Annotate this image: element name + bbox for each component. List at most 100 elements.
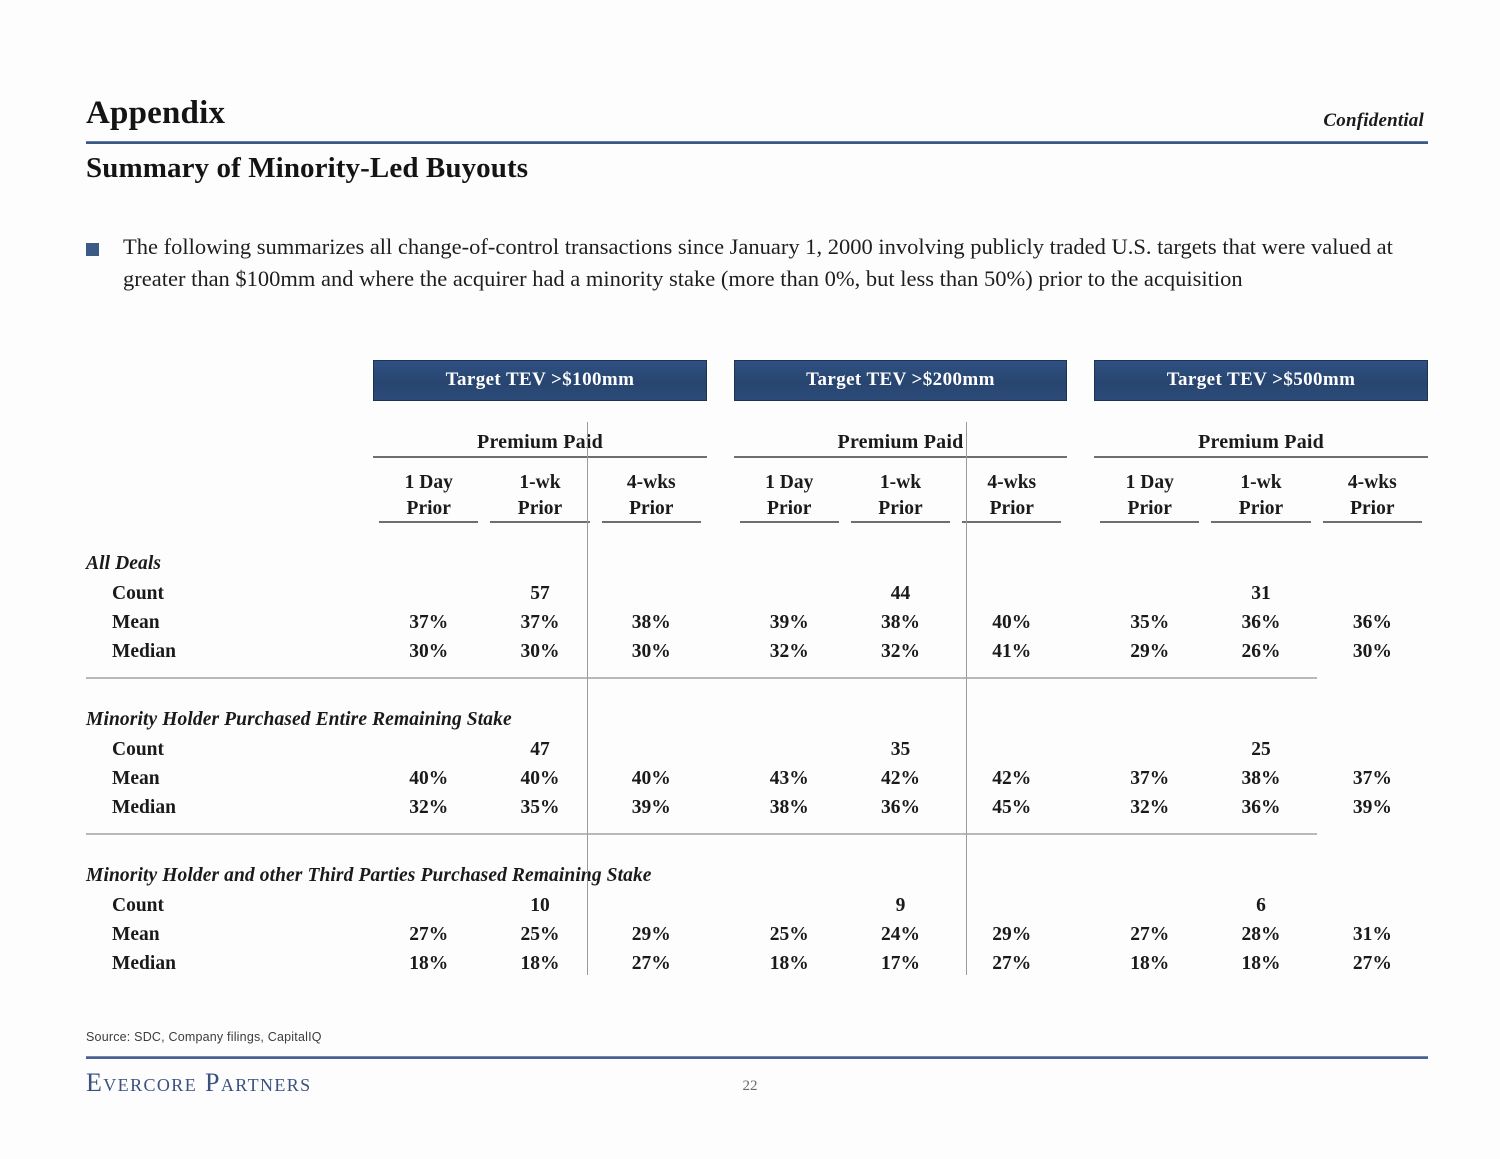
mean-value-g3-p3-c3: 31% xyxy=(1352,924,1392,946)
median-value-g2-p3-c2: 36% xyxy=(1241,797,1281,819)
mean-value-g1-p3-c3: 36% xyxy=(1352,612,1392,634)
spacer xyxy=(707,790,734,819)
period-header-p1-c1: 1 Day Prior xyxy=(404,472,453,519)
banner-cell-2: Target TEV >$200mm xyxy=(733,360,1068,411)
panel-divider-1 xyxy=(587,422,588,975)
median-value-g1-p1-c2: 30% xyxy=(520,641,560,663)
mean-value-g3-p1-c3: 29% xyxy=(631,924,671,946)
count-value-g1-p1: 57 xyxy=(530,583,550,605)
spacer xyxy=(1067,732,1094,761)
row-label-count-2: Count xyxy=(112,739,165,761)
median-value-g2-p3-c1: 32% xyxy=(1130,797,1170,819)
spacer xyxy=(1067,790,1094,819)
table-row: Count 10 9 6 xyxy=(86,888,1428,917)
table-row: Median 30% 30% 30% 32% 32% 41% 29% 26% 30% xyxy=(86,634,1428,663)
mean-value-g1-p1-c1: 37% xyxy=(409,612,449,634)
spacer xyxy=(707,605,734,634)
group-title-3: Minority Holder and other Third Parties … xyxy=(86,865,652,887)
mean-value-g2-p1-c1: 40% xyxy=(409,768,449,790)
row-label-median-2: Median xyxy=(112,797,176,819)
mean-value-g1-p2-c3: 40% xyxy=(992,612,1032,634)
spacer xyxy=(1067,634,1094,663)
premium-paid-label-3: Premium Paid xyxy=(1198,431,1324,453)
mean-value-g3-p3-c1: 27% xyxy=(1130,924,1170,946)
premium-paid-label-2: Premium Paid xyxy=(837,431,964,453)
median-value-g1-p1-c3: 30% xyxy=(631,641,671,663)
spacer xyxy=(1067,458,1094,521)
page-number: 22 xyxy=(742,1078,758,1094)
mean-value-g2-p2-c1: 43% xyxy=(769,768,809,790)
median-value-g1-p2-c3: 41% xyxy=(992,641,1032,663)
banner-cell-1: Target TEV >$100mm xyxy=(373,360,707,411)
median-value-g3-p3-c3: 27% xyxy=(1352,953,1392,975)
median-value-g1-p3-c3: 30% xyxy=(1352,641,1392,663)
median-value-g2-p1-c3: 39% xyxy=(631,797,671,819)
period-row-label-spacer xyxy=(86,458,373,521)
group-title-row: All Deals xyxy=(86,523,1428,576)
median-value-g2-p2-c3: 45% xyxy=(992,797,1032,819)
footer-divider-rule xyxy=(86,1056,1428,1059)
spacer xyxy=(1067,917,1094,946)
mean-value-g2-p1-c3: 40% xyxy=(631,768,671,790)
page-title: Summary of Minority-Led Buyouts xyxy=(86,152,529,184)
median-value-g3-p2-c1: 18% xyxy=(769,953,809,975)
count-value-g2-p3: 25 xyxy=(1251,739,1271,761)
statistics-table-container: Target TEV >$100mm Target TEV >$200mm Targ… xyxy=(86,360,1428,975)
median-value-g1-p2-c2: 32% xyxy=(880,641,920,663)
count-value-g2-p1: 47 xyxy=(530,739,550,761)
bullet-item: The following summarizes all change-of-c… xyxy=(86,231,1426,295)
spacer xyxy=(1067,411,1094,456)
row-label-count-1: Count xyxy=(112,583,165,605)
confidential-label: Confidential xyxy=(1323,110,1424,131)
panel-banner-1: Target TEV >$100mm xyxy=(373,360,707,401)
period-header-p2-c2: 1-wk Prior xyxy=(878,472,923,519)
section-divider-row xyxy=(86,819,1428,836)
row-label-median-3: Median xyxy=(112,953,176,975)
period-header-p3-c3: 4-wks Prior xyxy=(1347,472,1397,519)
spacer xyxy=(707,360,734,411)
median-value-g3-p1-c1: 18% xyxy=(409,953,449,975)
spacer xyxy=(1067,888,1094,917)
mean-value-g2-p3-c2: 38% xyxy=(1241,768,1281,790)
period-header-p1-c3: 4-wks Prior xyxy=(626,472,676,519)
premium-paid-label-1: Premium Paid xyxy=(477,431,603,453)
section-divider xyxy=(86,663,1317,680)
group-title-2: Minority Holder Purchased Entire Remaini… xyxy=(86,709,512,731)
spacer xyxy=(707,634,734,663)
premium-row-label-spacer xyxy=(86,411,373,456)
period-header-p2-c1: 1 Day Prior xyxy=(765,472,814,519)
slide-page: Appendix Confidential Summary of Minorit… xyxy=(0,0,1500,1159)
period-header-row: 1 Day Prior 1-wk Prior 4-wks Prior 1 Day Pr… xyxy=(86,458,1428,521)
spacer xyxy=(707,761,734,790)
mean-value-g1-p1-c3: 38% xyxy=(631,612,671,634)
spacer xyxy=(707,946,734,975)
row-label-mean-3: Mean xyxy=(112,924,160,946)
count-value-g1-p3: 31 xyxy=(1251,583,1271,605)
section-divider xyxy=(86,819,1317,836)
row-label-count-3: Count xyxy=(112,895,165,917)
spacer xyxy=(1067,576,1094,605)
appendix-title: Appendix xyxy=(86,95,226,131)
count-value-g3-p3: 6 xyxy=(1256,895,1266,917)
median-value-g1-p1-c1: 30% xyxy=(409,641,449,663)
group-title-row: Minority Holder Purchased Entire Remaini… xyxy=(86,679,1428,732)
mean-value-g3-p1-c1: 27% xyxy=(409,924,449,946)
mean-value-g2-p1-c2: 40% xyxy=(520,768,560,790)
source-note: Source: SDC, Company filings, CapitalIQ xyxy=(86,1030,322,1044)
period-header-p3-c2: 1-wk Prior xyxy=(1238,472,1284,519)
mean-value-g2-p3-c1: 37% xyxy=(1130,768,1170,790)
premium-paid-header-row: Premium Paid Premium Paid Premium Paid xyxy=(86,411,1428,456)
count-value-g3-p2: 9 xyxy=(895,895,906,917)
spacer xyxy=(1067,605,1094,634)
period-header-p3-c1: 1 Day Prior xyxy=(1125,472,1174,519)
mean-value-g3-p2-c3: 29% xyxy=(992,924,1032,946)
header-divider-rule xyxy=(86,141,1428,144)
spacer xyxy=(707,917,734,946)
bullet-text: The following summarizes all change-of-c… xyxy=(123,234,1393,291)
spacer xyxy=(1067,761,1094,790)
median-value-g1-p3-c1: 29% xyxy=(1130,641,1170,663)
count-value-g1-p2: 44 xyxy=(890,583,911,605)
spacer xyxy=(707,458,734,521)
panel-divider-2 xyxy=(966,422,967,975)
premium-statistics-table: Target TEV >$100mm Target TEV >$200mm Targ… xyxy=(86,360,1428,975)
